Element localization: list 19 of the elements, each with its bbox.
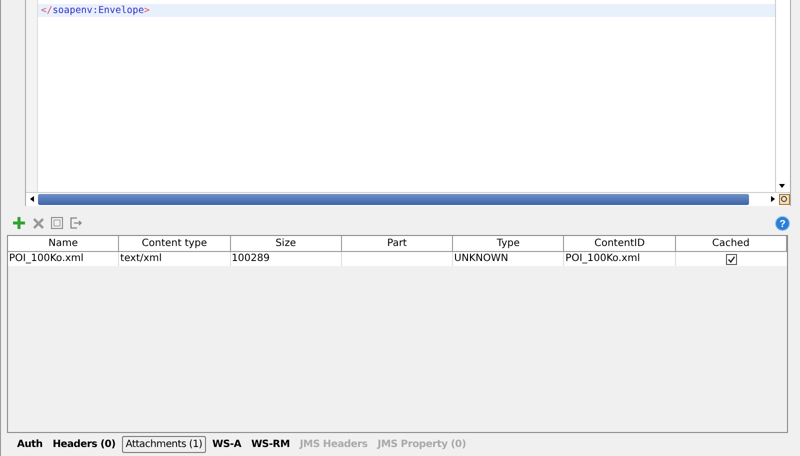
table-cell: text/xml xyxy=(119,252,231,266)
export-button[interactable] xyxy=(68,215,84,232)
tab[interactable]: Auth xyxy=(13,436,47,453)
scroll-right-arrow-icon[interactable] xyxy=(770,196,776,202)
scroll-down-arrow-icon[interactable] xyxy=(779,182,785,189)
horizontal-scrollbar[interactable] xyxy=(26,192,790,206)
cached-checkbox[interactable] xyxy=(726,254,737,265)
tab[interactable]: WS-RM xyxy=(247,436,294,453)
tab[interactable]: Attachments (1) xyxy=(122,436,206,453)
table-cell: 100289 xyxy=(230,252,342,266)
help-icon[interactable]: ? xyxy=(774,215,790,232)
scroll-left-arrow-icon[interactable] xyxy=(29,196,35,202)
tab[interactable]: Headers (0) xyxy=(48,436,120,453)
table-cell: UNKNOWN xyxy=(453,252,564,266)
table-cell: POI_100Ko.xml xyxy=(8,252,120,266)
add-button[interactable] xyxy=(11,215,27,232)
table-cell: POI_100Ko.xml xyxy=(564,252,676,266)
zoom-icon[interactable] xyxy=(779,194,790,205)
tab[interactable]: WS-A xyxy=(208,436,246,453)
